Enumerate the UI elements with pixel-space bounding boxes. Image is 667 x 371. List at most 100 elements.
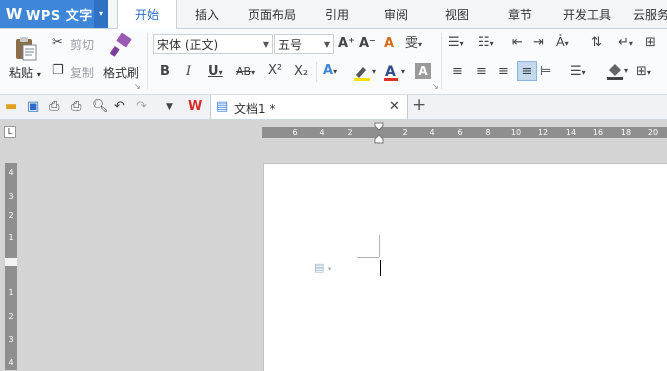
close-icon: ✕	[389, 99, 400, 114]
svg-text:▾: ▾	[401, 67, 405, 76]
close-tab-button[interactable]: ✕	[389, 99, 400, 115]
tab-stop-icon: L	[7, 127, 13, 136]
decrease-indent-button[interactable]: ⇤	[512, 35, 523, 51]
app-menu-dropdown-icon[interactable]: ▾	[94, 0, 108, 28]
app-menu-button[interactable]: W WPS 文字 ▾	[0, 0, 108, 28]
chevron-down-icon: ▼	[166, 102, 173, 112]
italic-button[interactable]: I	[186, 64, 191, 80]
svg-text:▾: ▾	[624, 66, 628, 75]
ruler-tick-label: 20	[647, 128, 659, 137]
shading-button[interactable]: ▾	[605, 62, 631, 82]
underline-button[interactable]: U▾	[208, 64, 223, 81]
font-launcher-icon[interactable]: ↘	[432, 82, 439, 91]
paste-options-button[interactable]: ▤ ▾	[314, 261, 331, 274]
wps-home-button[interactable]: W	[188, 99, 202, 115]
table-button[interactable]: ⊞	[645, 35, 656, 51]
borders-button[interactable]: ⊞▾	[636, 64, 651, 81]
redo-icon: ↷	[136, 99, 147, 114]
align-right-button[interactable]: ≡	[498, 64, 509, 80]
indent-marker-icon	[374, 122, 384, 144]
character-shading-button[interactable]: A	[415, 63, 431, 79]
tab-references[interactable]: 引用	[313, 0, 361, 28]
font-name-select[interactable]: 宋体 (正文) ▼	[153, 34, 273, 54]
increase-indent-button[interactable]: ⇥	[533, 35, 544, 51]
export-pdf-button[interactable]: ⎙	[49, 99, 59, 115]
line-spacing-button[interactable]: ☰▾	[570, 64, 586, 81]
align-right-icon: ≡	[498, 64, 509, 79]
font-color-button[interactable]: A ▾	[382, 63, 408, 82]
outdent-icon: ⇤	[512, 35, 523, 50]
ruler-tick-label: 14	[565, 128, 577, 137]
brush-icon	[110, 32, 132, 57]
format-painter-button[interactable]	[108, 32, 134, 59]
open-button[interactable]: ▬	[5, 99, 17, 115]
change-case-button[interactable]: A͐▾	[556, 35, 569, 52]
customize-quick-access-button[interactable]: ▼	[166, 99, 173, 115]
bold-button[interactable]: B	[160, 64, 170, 80]
grow-font-button[interactable]: A⁺	[338, 36, 355, 52]
separator	[147, 33, 148, 89]
pinyin-guide-button[interactable]: 雯▾	[405, 36, 422, 53]
paste-label[interactable]: 粘贴 ▾	[9, 64, 41, 81]
justify-button[interactable]: ≡	[517, 61, 537, 81]
bullets-button[interactable]: ☰▾	[448, 35, 464, 52]
clipboard-icon: ▤	[314, 261, 325, 274]
cut-button[interactable]: 剪切	[70, 36, 94, 53]
align-left-button[interactable]: ≡	[452, 64, 463, 80]
clipboard-launcher-icon[interactable]: ↘	[134, 82, 141, 91]
pinyin-icon: 雯	[405, 36, 419, 51]
shrink-font-button[interactable]: A⁻	[359, 36, 376, 52]
font-size-select[interactable]: 五号 ▼	[274, 34, 334, 54]
indent-marker[interactable]	[373, 122, 385, 144]
change-case-icon: A͐	[556, 35, 565, 50]
wps-logo-icon: W	[5, 5, 23, 23]
align-center-button[interactable]: ≡	[476, 64, 487, 80]
tab-page-layout[interactable]: 页面布局	[240, 0, 304, 28]
ruler-tick-label: 4	[429, 128, 435, 137]
chevron-down-icon: ▾	[333, 67, 338, 76]
svg-text:▾: ▾	[372, 67, 376, 76]
ruler-tick-label: 4	[319, 128, 325, 137]
new-tab-button[interactable]: +	[412, 97, 426, 114]
print-preview-button[interactable]: 🔍︎	[92, 99, 109, 115]
ruler-tick-label: 2	[347, 128, 353, 137]
superscript-button[interactable]: X²	[268, 63, 282, 79]
tab-developer[interactable]: 开发工具	[557, 0, 617, 28]
text-effect-button[interactable]: A▾	[323, 63, 337, 80]
text-effect-icon: A	[323, 63, 334, 78]
highlight-color-button[interactable]: ▾	[352, 64, 378, 82]
undo-icon: ↶	[114, 99, 125, 114]
clear-format-button[interactable]: A	[384, 36, 394, 52]
tab-review[interactable]: 审阅	[372, 0, 420, 28]
print-preview-icon: 🔍︎	[92, 99, 109, 114]
ruler-tick-label: 10	[510, 128, 522, 137]
sort-button[interactable]: ⇅	[591, 35, 602, 51]
vertical-ruler-margin	[5, 258, 17, 266]
tab-stop-selector[interactable]: L	[4, 126, 16, 138]
ruler-tick-label: 8	[485, 128, 491, 137]
tab-insert[interactable]: 插入	[183, 0, 231, 28]
align-center-icon: ≡	[476, 64, 487, 79]
tab-cloud[interactable]: 云服务	[627, 0, 667, 28]
text-cursor	[380, 260, 381, 276]
subscript-button[interactable]: X₂	[294, 64, 308, 80]
tab-section[interactable]: 章节	[496, 0, 544, 28]
paste-dropdown-icon[interactable]: ▾	[37, 70, 41, 79]
paste-button[interactable]	[12, 34, 40, 62]
paste-icon	[16, 37, 37, 61]
distribute-icon: ⊨	[540, 64, 552, 79]
chevron-down-icon: ▾	[251, 68, 256, 77]
tab-view[interactable]: 视图	[433, 0, 481, 28]
chevron-down-icon: ▾	[459, 39, 464, 48]
show-marks-button[interactable]: ↵▾	[618, 35, 633, 52]
print-button[interactable]: ⎙	[71, 99, 81, 115]
tab-home[interactable]: 开始	[117, 0, 177, 29]
copy-button[interactable]: 复制	[70, 64, 94, 81]
strikethrough-button[interactable]: AB▾	[236, 64, 255, 81]
ruler-tick-label: 3	[8, 192, 14, 201]
numbering-button[interactable]: ☷▾	[478, 35, 494, 52]
distributed-button[interactable]: ⊨	[540, 64, 551, 80]
save-button[interactable]: ▣	[27, 99, 39, 115]
redo-button[interactable]: ↷	[136, 99, 147, 115]
undo-button[interactable]: ↶	[114, 99, 125, 115]
